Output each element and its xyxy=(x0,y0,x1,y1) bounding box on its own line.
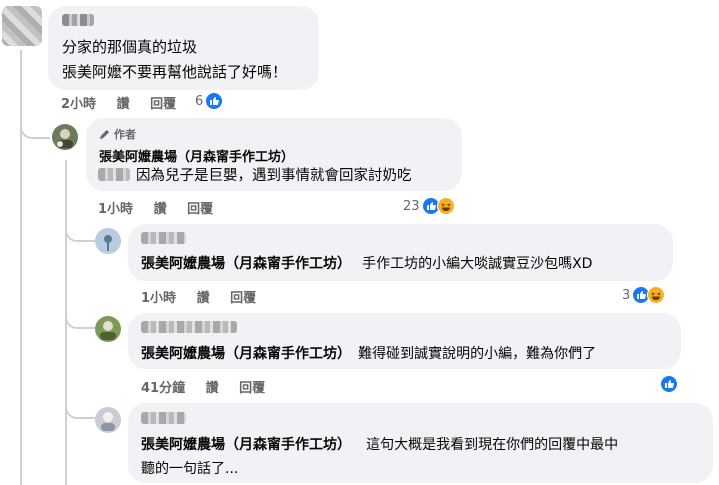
comment-actions: 2小時 讚 回覆 xyxy=(61,93,176,112)
comment-time[interactable]: 1小時 xyxy=(98,202,133,217)
pencil-icon xyxy=(99,129,110,140)
comment-actions: 1小時 讚 回覆 xyxy=(141,287,256,306)
commenter-name-redacted[interactable] xyxy=(62,14,94,26)
author-badge: 作者 xyxy=(99,126,136,142)
thread-curve-reply4 xyxy=(65,395,95,419)
reaction-count: 6 xyxy=(195,93,204,109)
comment-time[interactable]: 1小時 xyxy=(141,291,176,306)
reaction-summary[interactable]: 23 xyxy=(403,197,455,215)
comment-body: 張美阿嬤農場（月森甯手作工坊） 難得碰到誠實說明的小編，難為你們了 xyxy=(141,343,596,363)
reaction-summary[interactable]: 6 xyxy=(195,92,224,110)
comment-body: 張美阿嬤農場（月森甯手作工坊） 這句大概是我看到現在你們的回覆中最中 xyxy=(141,434,618,454)
thread-curve-reply3 xyxy=(65,305,95,329)
reply-button[interactable]: 回覆 xyxy=(187,202,213,217)
avatar[interactable] xyxy=(52,124,78,150)
author-name[interactable]: 張美阿嬤農場（月森甯手作工坊） xyxy=(99,146,294,165)
haha-icon xyxy=(647,286,666,304)
comment-text-line1: 分家的那個真的垃圾 xyxy=(62,38,198,56)
commenter-name-redacted[interactable] xyxy=(141,321,237,333)
comment-text-line2: 張美阿嬤不要再幫他說話了好嗎！ xyxy=(62,63,288,81)
reaction-count: 23 xyxy=(403,198,420,214)
commenter-name-redacted[interactable] xyxy=(141,412,186,424)
comment-text-line2: 聽的一句話了... xyxy=(141,461,239,477)
reply-button[interactable]: 回覆 xyxy=(150,97,176,112)
like-icon xyxy=(660,375,678,393)
comment-text: 手作工坊的小編大啖誠實豆沙包嗎XD xyxy=(362,256,593,272)
mention-tag[interactable]: 張美阿嬤農場（月森甯手作工坊） xyxy=(141,256,351,272)
haha-icon xyxy=(436,197,455,215)
like-button[interactable]: 讚 xyxy=(206,381,219,396)
comment-time[interactable]: 2小時 xyxy=(61,97,96,112)
comment-actions: 41分鐘 讚 回覆 xyxy=(141,377,265,396)
mention-tag[interactable]: 張美阿嬤農場（月森甯手作工坊） xyxy=(141,437,351,453)
reply-button[interactable]: 回覆 xyxy=(230,291,256,306)
comment-text: 難得碰到誠實說明的小編，難為你們了 xyxy=(358,346,597,362)
comment-text: 因為兒子是巨嬰，遇到事情就會回家討奶吃 xyxy=(136,168,412,184)
reaction-summary[interactable]: 3 xyxy=(622,286,666,304)
reaction-count: 3 xyxy=(622,287,631,303)
mention-redacted[interactable] xyxy=(98,168,130,181)
comment-text-line1: 這句大概是我看到現在你們的回覆中最中 xyxy=(366,437,619,453)
thread-curve-reply1 xyxy=(20,115,50,139)
reaction-summary[interactable] xyxy=(660,375,678,393)
mention-tag[interactable]: 張美阿嬤農場（月森甯手作工坊） xyxy=(141,346,351,362)
comment-actions: 1小時 讚 回覆 xyxy=(98,198,213,217)
author-badge-label: 作者 xyxy=(114,128,136,141)
commenter-name-redacted[interactable] xyxy=(141,232,186,244)
reply-button[interactable]: 回覆 xyxy=(239,381,265,396)
like-button[interactable]: 讚 xyxy=(197,291,210,306)
like-button[interactable]: 讚 xyxy=(117,97,130,112)
like-button[interactable]: 讚 xyxy=(154,202,167,217)
comment-time[interactable]: 41分鐘 xyxy=(141,381,185,396)
avatar[interactable] xyxy=(95,228,121,254)
avatar[interactable] xyxy=(2,6,42,46)
avatar[interactable] xyxy=(95,407,121,433)
thread-curve-reply2 xyxy=(65,218,95,242)
comment-body: 張美阿嬤農場（月森甯手作工坊） 手作工坊的小編大啖誠實豆沙包嗎XD xyxy=(141,253,592,273)
avatar[interactable] xyxy=(95,316,121,342)
like-icon xyxy=(205,92,224,110)
